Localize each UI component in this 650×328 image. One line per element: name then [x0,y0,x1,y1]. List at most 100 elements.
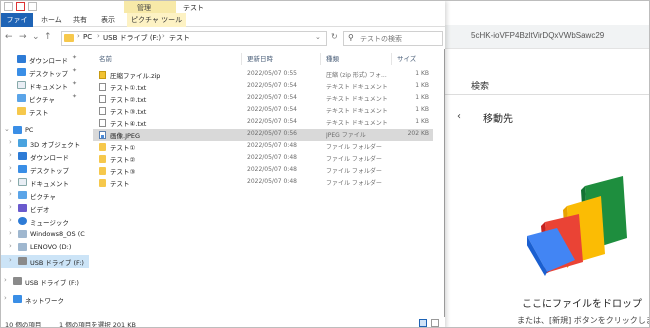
large-icons-view-icon[interactable] [431,319,439,327]
expand-arrow-icon[interactable]: ⌄ [4,125,10,133]
details-view-icon[interactable] [419,319,427,327]
zip-file-icon [99,71,106,79]
nav-item-desktop-quick[interactable]: デスクトップ ✦ [1,66,89,79]
forward-arrow-icon[interactable]: → [19,32,27,42]
breadcrumb-test[interactable]: テスト [169,33,190,43]
column-type[interactable]: 種類 [326,53,339,63]
file-date: 2022/05/07 0:54 [247,106,297,113]
column-size[interactable]: サイズ [397,53,416,63]
expand-arrow-icon[interactable]: › [9,216,12,224]
network-icon [13,295,22,303]
search-box[interactable]: ⚲ [343,31,443,46]
expand-arrow-icon[interactable]: › [9,242,12,250]
move-to-label: 移動先 [483,114,513,125]
file-date: 2022/05/07 0:56 [247,130,297,137]
nav-item-test-folder[interactable]: テスト [1,105,89,118]
breadcrumb-usb-drive[interactable]: USB ドライブ (F:) [103,33,161,43]
expand-arrow-icon[interactable]: › [9,203,12,211]
folder-icon [99,179,106,187]
column-divider[interactable] [320,53,321,65]
file-row[interactable]: 圧縮ファイル.zip 2022/05/07 0:55 圧縮 (zip 形式) フ… [93,69,433,81]
tab-view[interactable]: 表示 [97,13,119,27]
expand-arrow-icon[interactable]: › [4,294,7,302]
chevron-left-icon[interactable]: ‹ [457,111,461,122]
search-icon: ⚲ [348,33,354,42]
nav-item-downloads-quick[interactable]: ダウンロード ✦ [1,53,89,66]
pin-icon[interactable]: ✦ [72,54,77,61]
nav-item-documents[interactable]: › ドキュメント [1,176,89,189]
nav-item-pictures[interactable]: › ピクチャ [1,189,89,202]
file-row[interactable]: テスト 2022/05/07 0:48 ファイル フォルダー [93,177,433,189]
up-arrow-icon[interactable]: ↑ [44,32,52,42]
nav-item-pictures-quick[interactable]: ピクチャ ✦ [1,92,89,105]
expand-arrow-icon[interactable]: › [4,276,7,284]
tab-share[interactable]: 共有 [69,13,91,27]
breadcrumb-pc[interactable]: PC [83,33,92,41]
file-size: 1 KB [415,106,429,113]
pin-icon[interactable]: ✦ [72,93,77,100]
nav-item-desktop[interactable]: › デスクトップ [1,163,89,176]
videos-icon [18,204,27,212]
search-input[interactable] [360,33,440,44]
file-name: テスト③ [110,168,136,176]
pin-icon[interactable]: ✦ [72,80,77,87]
file-date: 2022/05/07 0:48 [247,178,297,185]
pc-icon [13,126,22,134]
file-row[interactable]: テスト①.txt 2022/05/07 0:54 テキスト ドキュメント 1 K… [93,81,433,93]
download-icon [17,55,26,63]
address-bar[interactable] [61,31,327,46]
expand-arrow-icon[interactable]: › [9,256,12,264]
nav-item-downloads[interactable]: › ダウンロード [1,150,89,163]
nav-item-3d-objects[interactable]: › 3D オブジェクト [1,137,89,150]
column-divider[interactable] [391,53,392,65]
expand-arrow-icon[interactable]: › [9,151,12,159]
file-row-selected[interactable]: 画像.JPEG 2022/05/07 0:56 JPEG ファイル 202 KB [93,129,433,141]
tab-picture-tools[interactable]: ピクチャ ツール [127,13,187,27]
new-folder-icon[interactable] [28,2,37,11]
nav-item-lenovo-drive[interactable]: › LENOVO (D:) [1,241,89,254]
tab-file[interactable]: ファイル [1,13,33,38]
file-name: 画像.JPEG [110,132,141,140]
nav-item-videos[interactable]: › ビデオ [1,202,89,215]
file-type: JPEG ファイル [326,132,366,139]
refresh-icon[interactable]: ↻ [331,32,338,41]
nav-item-pc[interactable]: ⌄ PC [1,124,89,137]
properties-icon[interactable] [16,2,25,11]
column-divider[interactable] [241,53,242,65]
tab-home[interactable]: ホーム [37,13,66,27]
file-size: 202 KB [407,130,429,137]
file-row[interactable]: テスト④.txt 2022/05/07 0:54 テキスト ドキュメント 1 K… [93,117,433,129]
nav-item-network[interactable]: › ネットワーク [1,293,89,306]
file-row[interactable]: テスト②.txt 2022/05/07 0:54 テキスト ドキュメント 1 K… [93,93,433,105]
file-row[interactable]: テスト② 2022/05/07 0:48 ファイル フォルダー [93,153,433,165]
file-name: テスト② [110,156,136,164]
recent-locations-chevron-icon[interactable]: ⌄ [32,32,40,42]
folder-icon [17,107,26,115]
nav-item-documents-quick[interactable]: ドキュメント ✦ [1,79,89,92]
expand-arrow-icon[interactable]: › [9,190,12,198]
file-name: テスト③.txt [110,108,147,116]
column-name[interactable]: 名前 [99,53,112,63]
file-row[interactable]: テスト① 2022/05/07 0:48 ファイル フォルダー [93,141,433,153]
file-date: 2022/05/07 0:48 [247,154,297,161]
file-row[interactable]: テスト③ 2022/05/07 0:48 ファイル フォルダー [93,165,433,177]
column-date[interactable]: 更新日時 [247,53,273,63]
expand-arrow-icon[interactable]: › [9,164,12,172]
expand-arrow-icon[interactable]: › [9,138,12,146]
file-type: テキスト ドキュメント [326,120,388,127]
address-dropdown-icon[interactable]: ⌄ [315,33,321,41]
expand-arrow-icon[interactable]: › [9,229,12,237]
quick-access-toolbar [4,2,37,11]
file-name: テスト [110,180,130,188]
file-row[interactable]: テスト③.txt 2022/05/07 0:54 テキスト ドキュメント 1 K… [93,105,433,117]
nav-item-windows-drive[interactable]: › Windows8_OS (C [1,228,89,241]
expand-arrow-icon[interactable]: › [9,177,12,185]
nav-item-usb-drive-selected[interactable]: › USB ドライブ (F:) [1,255,89,268]
nav-item-usb-drive[interactable]: › USB ドライブ (F:) [1,275,89,288]
3d-objects-icon [18,139,27,147]
nav-item-music[interactable]: › ミュージック [1,215,89,228]
pin-icon[interactable]: ✦ [72,67,77,74]
file-size: 1 KB [415,70,429,77]
back-arrow-icon[interactable]: ← [5,32,13,42]
save-icon[interactable] [4,2,13,11]
